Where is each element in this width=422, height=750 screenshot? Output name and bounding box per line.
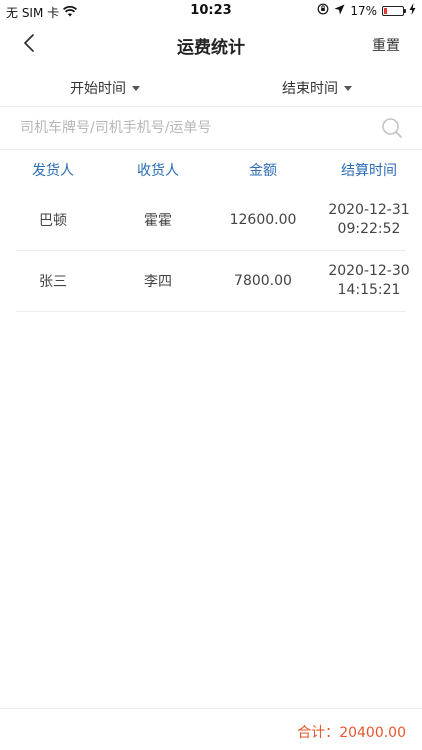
settlement-clock-time: 14:15:21 [337, 282, 401, 298]
battery-fill [384, 7, 388, 14]
page-title: 运费统计 [177, 38, 245, 58]
search-bar [0, 107, 422, 150]
settlement-time-cell: 2020-12-30 14:15:21 [316, 251, 422, 311]
column-header-sender: 发货人 [32, 163, 74, 179]
footer-total-bar: 合计：20400.00 [0, 708, 422, 750]
start-time-filter[interactable]: 开始时间 [70, 78, 140, 98]
search-input[interactable] [20, 115, 360, 141]
location-arrow-icon [334, 4, 345, 18]
freight-statistics-screen: 无 SIM 卡 10:23 17% 运费统计 重置 开始时间 结束时间 司机车牌… [0, 0, 422, 750]
reset-button[interactable]: 重置 [372, 35, 400, 55]
search-icon[interactable] [380, 116, 404, 140]
column-header-settlement-time: 结算时间 [341, 163, 397, 179]
table-row[interactable]: 巴顿 霍霍 12600.00 2020-12-31 09:22:52 [16, 190, 410, 251]
total-amount: 合计：20400.00 [297, 722, 406, 742]
battery-percent: 17% [350, 3, 377, 18]
amount-cell: 7800.00 [234, 273, 292, 289]
start-time-label: 开始时间 [70, 81, 126, 97]
column-header-amount: 金额 [249, 163, 277, 179]
caret-down-icon [132, 85, 140, 91]
settlement-clock-time: 09:22:52 [337, 221, 401, 237]
settlement-date: 2020-12-31 [328, 202, 410, 218]
caret-down-icon [344, 85, 352, 91]
end-time-filter[interactable]: 结束时间 [282, 78, 352, 98]
navigation-bar: 运费统计 重置 [0, 22, 422, 66]
table-row[interactable]: 张三 李四 7800.00 2020-12-30 14:15:21 [16, 251, 410, 312]
sender-cell: 张三 [39, 274, 67, 290]
settlement-date: 2020-12-30 [328, 263, 410, 279]
total-value: 20400.00 [339, 725, 406, 741]
receiver-cell: 李四 [144, 274, 172, 290]
settlement-time-cell: 2020-12-31 09:22:52 [316, 190, 422, 250]
amount-cell: 12600.00 [229, 212, 297, 228]
orientation-lock-icon [317, 3, 329, 18]
end-time-label: 结束时间 [282, 81, 338, 97]
receiver-cell: 霍霍 [144, 213, 172, 229]
status-right: 17% [317, 3, 416, 18]
sender-cell: 巴顿 [39, 213, 67, 229]
charging-bolt-icon [409, 3, 416, 18]
battery-icon [382, 5, 406, 16]
total-label: 合计： [297, 725, 340, 741]
table-header: 发货人 收货人 金额 结算时间 [0, 152, 422, 188]
date-filter-bar: 开始时间 结束时间 [0, 70, 422, 107]
status-bar: 无 SIM 卡 10:23 17% [0, 0, 422, 22]
column-header-receiver: 收货人 [137, 163, 179, 179]
